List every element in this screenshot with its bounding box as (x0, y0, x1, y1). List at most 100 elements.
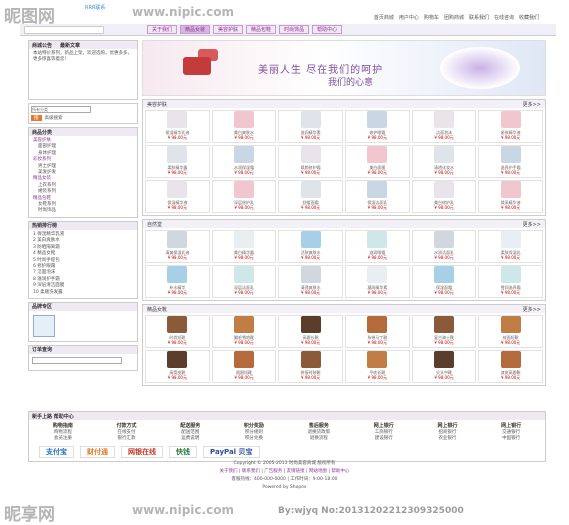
product-card[interactable]: 保湿洁面乳 ¥ 98.00元 (344, 180, 410, 213)
product-price[interactable]: ¥ 98.00元 (368, 205, 387, 210)
product-image[interactable] (500, 111, 521, 128)
product-section[interactable]: 美容护肤 更多>> 保湿精华乳液 ¥ 98.00元 美白爽肤水 ¥ 98.00元 滋润精华素… (142, 99, 546, 216)
product-card[interactable]: 活肤爽肤水 ¥ 98.00元 (278, 230, 343, 263)
product-card[interactable]: 美白面膜 ¥ 98.00元 (344, 145, 410, 178)
product-price[interactable]: ¥ 98.00元 (301, 290, 320, 295)
section-header[interactable]: 自然堂 更多>> (143, 220, 545, 228)
top-link[interactable]: 首页商城 (374, 14, 394, 21)
product-image[interactable] (433, 181, 454, 198)
help-column[interactable]: 网上银行 交通银行 中国银行 (501, 422, 521, 441)
product-image[interactable] (500, 316, 521, 333)
product-image[interactable] (433, 351, 454, 368)
product-price[interactable]: ¥ 98.00元 (368, 290, 387, 295)
product-image[interactable] (433, 146, 454, 163)
more-link[interactable]: 更多>> (523, 101, 541, 108)
product-card[interactable]: 清透化妆水 ¥ 98.00元 (411, 145, 477, 178)
product-card[interactable]: 深层洁面乳 ¥ 98.00元 (211, 265, 277, 298)
product-price[interactable]: ¥ 98.00元 (434, 135, 453, 140)
product-price[interactable]: ¥ 98.00元 (301, 205, 320, 210)
product-image[interactable] (300, 316, 321, 333)
product-card[interactable]: 焕采精华液 ¥ 98.00元 (478, 180, 543, 213)
product-grid[interactable]: 保湿精华乳液 ¥ 98.00元 美白爽肤水 ¥ 98.00元 滋润精华素 ¥ 98.00元… (143, 108, 545, 215)
product-card[interactable]: 系带马丁靴 ¥ 98.00元 (344, 315, 410, 348)
product-image[interactable] (167, 231, 188, 248)
product-card[interactable]: 清爽保湿乳液 ¥ 98.00元 (145, 230, 210, 263)
product-image[interactable] (500, 231, 521, 248)
section-title[interactable]: 美容护肤 (147, 101, 167, 108)
product-price[interactable]: ¥ 98.00元 (434, 375, 453, 380)
more-link[interactable]: 更多>> (523, 221, 541, 228)
product-card[interactable]: 水润保湿霜 ¥ 98.00元 (211, 145, 277, 178)
product-price[interactable]: ¥ 98.00元 (368, 340, 387, 345)
help-column[interactable]: 网上银行 工商银行 建设银行 (374, 422, 394, 441)
product-price[interactable]: ¥ 98.00元 (168, 205, 187, 210)
product-card[interactable]: 修护眼霜 ¥ 98.00元 (344, 110, 410, 143)
product-price[interactable]: ¥ 98.00元 (301, 340, 320, 345)
brand-logo[interactable] (29, 311, 137, 341)
product-card[interactable]: 水润洁面乳 ¥ 98.00元 (411, 230, 477, 263)
product-price[interactable]: ¥ 98.00元 (434, 205, 453, 210)
product-card[interactable]: 绒面短靴 ¥ 98.00元 (478, 315, 543, 348)
product-price[interactable]: ¥ 98.00元 (501, 170, 520, 175)
payment-logo[interactable]: 财付通 (80, 446, 115, 458)
product-card[interactable]: 高跟长靴 ¥ 98.00元 (278, 315, 343, 348)
product-image[interactable] (167, 111, 188, 128)
product-price[interactable]: ¥ 98.00元 (301, 170, 320, 175)
payment-logo[interactable]: 支付宝 (39, 446, 74, 458)
product-grid[interactable]: 清爽保湿乳液 ¥ 98.00元 美白精华露 ¥ 98.00元 活肤爽肤水 ¥ 98.00元… (143, 228, 545, 300)
product-card[interactable]: 保湿精华乳液 ¥ 98.00元 (145, 110, 210, 143)
help-link[interactable]: 建设银行 (374, 435, 394, 441)
help-link[interactable]: 会员注册 (53, 435, 73, 441)
order-input[interactable] (32, 356, 122, 364)
help-link[interactable]: 运费说明 (180, 435, 200, 441)
product-image[interactable] (233, 181, 254, 198)
product-image[interactable] (433, 231, 454, 248)
help-column-head[interactable]: 积分奖励 (244, 422, 264, 429)
category-select[interactable] (31, 106, 91, 113)
product-grid[interactable]: 时尚短靴 ¥ 98.00元 翻毛雪地靴 ¥ 98.00元 高跟长靴 ¥ 98.00元 系带马… (143, 313, 545, 385)
product-section[interactable]: 自然堂 更多>> 清爽保湿乳液 ¥ 98.00元 美白精华露 ¥ 98.00元 活肤爽肤水 ¥… (142, 219, 546, 301)
help-column-head[interactable]: 售后服务 (308, 422, 331, 429)
tab-notice[interactable]: 商城公告 (32, 42, 52, 49)
help-link[interactable]: 银行汇款 (117, 435, 137, 441)
product-image[interactable] (233, 231, 254, 248)
nav-item[interactable]: 精品女装 (180, 25, 211, 34)
category-item[interactable]: 时尚饰品 (33, 208, 133, 214)
product-card[interactable]: 平底长靴 ¥ 98.00元 (344, 350, 410, 383)
nav-item[interactable]: 时尚饰品 (279, 25, 310, 34)
payment-logo[interactable]: 快钱 (169, 446, 197, 458)
help-column-head[interactable]: 付款方式 (117, 422, 137, 429)
footer-links[interactable]: 关于我们 | 联系我们 | 广告服务 | 友情链接 | 网站地图 | 帮助中心 (0, 468, 569, 476)
product-card[interactable]: 紧致精华液 ¥ 98.00元 (478, 110, 543, 143)
tab-articles[interactable]: 最新文章 (60, 42, 80, 49)
product-price[interactable]: ¥ 98.00元 (168, 375, 187, 380)
help-column[interactable]: 积分奖励 积分规则 积分兑换 (244, 422, 264, 441)
product-card[interactable]: 保湿面霜 ¥ 98.00元 (411, 265, 477, 298)
product-image[interactable] (367, 316, 388, 333)
help-column[interactable]: 付款方式 在线支付 银行汇款 (117, 422, 137, 441)
product-image[interactable] (233, 266, 254, 283)
help-column[interactable]: 售后服务 退换货政策 退换流程 (308, 422, 331, 441)
product-image[interactable] (167, 316, 188, 333)
product-card[interactable]: 洁面泡沫 ¥ 98.00元 (411, 110, 477, 143)
nav-item[interactable]: 关于我们 (147, 25, 178, 34)
payment-logo[interactable]: PayPal 贝宝 (203, 446, 260, 458)
help-column[interactable]: 配送服务 配送范围 运费说明 (180, 422, 200, 441)
nav-item[interactable]: 帮助中心 (312, 25, 343, 34)
product-price[interactable]: ¥ 98.00元 (368, 135, 387, 140)
product-image[interactable] (500, 181, 521, 198)
product-card[interactable]: 漆皮高跟靴 ¥ 98.00元 (478, 350, 543, 383)
product-image[interactable] (367, 266, 388, 283)
product-price[interactable]: ¥ 98.00元 (434, 290, 453, 295)
product-price[interactable]: ¥ 98.00元 (368, 170, 387, 175)
product-image[interactable] (233, 111, 254, 128)
product-price[interactable]: ¥ 98.00元 (368, 255, 387, 260)
section-header[interactable]: 美容护肤 更多>> (143, 100, 545, 108)
top-link[interactable]: 联系我们 (469, 14, 489, 21)
product-card[interactable]: 滋润精华素 ¥ 98.00元 (278, 110, 343, 143)
top-link[interactable]: 收藏我们 (519, 14, 539, 21)
product-image[interactable] (367, 181, 388, 198)
help-column-head[interactable]: 购物指南 (53, 422, 73, 429)
product-card[interactable]: 雪润滋养霜 ¥ 98.00元 (478, 265, 543, 298)
help-column-head[interactable]: 网上银行 (437, 422, 457, 429)
